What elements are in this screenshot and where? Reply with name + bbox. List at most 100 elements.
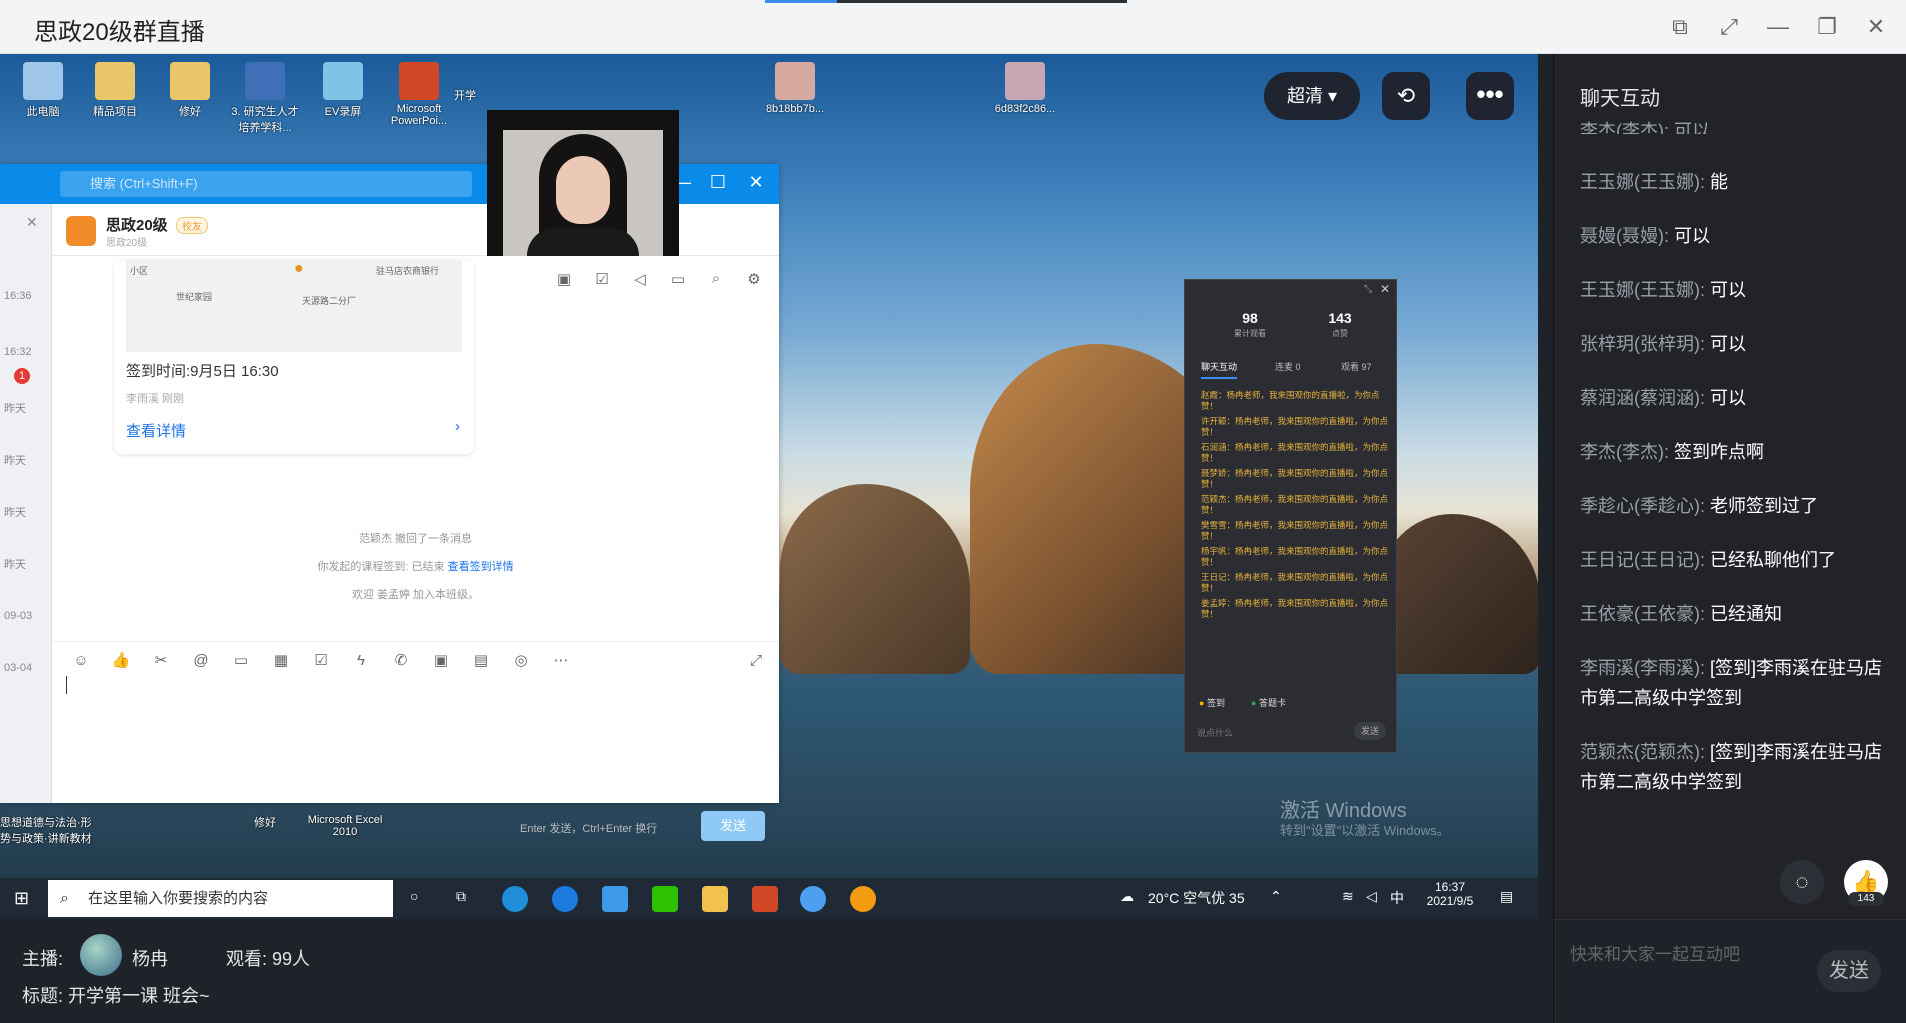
chat-header: 聊天互动 bbox=[1580, 88, 1660, 110]
host-avatar[interactable] bbox=[80, 934, 122, 976]
group-subtitle: 思政20级 bbox=[106, 238, 148, 249]
screen-record-icon[interactable]: ▣ bbox=[430, 650, 452, 672]
desktop-icon[interactable]: 修好 bbox=[230, 814, 300, 830]
folder-icon[interactable]: ▭ bbox=[668, 270, 688, 290]
conversation-time: 03-04 bbox=[4, 662, 33, 674]
calendar-icon[interactable]: ▦ bbox=[270, 650, 292, 672]
tab-connect[interactable]: 连麦 0 bbox=[1275, 360, 1301, 373]
chat-input[interactable]: 快来和大家一起互动吧 bbox=[1570, 940, 1740, 965]
fullscreen-icon[interactable]: ⤢ bbox=[1714, 12, 1744, 42]
message-input[interactable] bbox=[52, 676, 779, 796]
expand-icon[interactable]: ⤢ bbox=[745, 650, 767, 672]
view-detail-link[interactable]: 查看详情 bbox=[126, 420, 186, 441]
conversation-time: 昨天 bbox=[4, 403, 26, 415]
edge-icon[interactable] bbox=[502, 886, 528, 912]
stream-info-bar: 主播: 杨冉 观看: 99人 标题: 开学第一课 班会~ bbox=[0, 919, 1538, 1023]
checkin-detail-link[interactable]: 查看签到详情 bbox=[448, 561, 514, 573]
qq-search-input[interactable]: 搜索 (Ctrl+Shift+F) bbox=[60, 171, 472, 197]
cortana-icon[interactable]: ○ bbox=[410, 888, 418, 904]
money-icon[interactable]: ◎ bbox=[510, 650, 532, 672]
location-map: 小区 世纪家园 驻马店农商银行 天源路二分厂 ● bbox=[126, 260, 462, 352]
desktop-icon[interactable]: 精品项目 bbox=[80, 62, 150, 119]
group-name[interactable]: 思政20级 bbox=[106, 214, 168, 235]
close-icon[interactable]: ✕ bbox=[1861, 12, 1891, 42]
desktop-icon[interactable]: 3. 研究生人才培养学科... bbox=[230, 62, 300, 135]
checkbox-icon[interactable]: ☑ bbox=[310, 650, 332, 672]
like-button[interactable]: 👍 143 bbox=[1844, 860, 1888, 906]
chat-message: 蔡润涵(蔡润涵): 可以 bbox=[1580, 388, 1746, 408]
desktop-icon[interactable]: Microsoft Excel 2010 bbox=[305, 814, 385, 838]
close-icon[interactable]: ✕ bbox=[744, 172, 768, 193]
tab-viewers[interactable]: 观看 97 bbox=[1341, 360, 1372, 373]
chat-message: 李雨溪(李雨溪): [签到]李雨溪在驻马店市第二高级中学签到 bbox=[1580, 658, 1883, 708]
pip-icon[interactable]: ⧉ bbox=[1665, 12, 1695, 42]
volume-icon[interactable]: ◁ bbox=[1366, 888, 1377, 905]
app-icon[interactable] bbox=[850, 886, 876, 912]
mail-icon[interactable] bbox=[602, 886, 628, 912]
settings-icon[interactable]: ⚙ bbox=[744, 270, 764, 290]
file-explorer-icon[interactable] bbox=[702, 886, 728, 912]
checkin-card[interactable]: 小区 世纪家园 驻马店农商银行 天源路二分厂 ● 签到时间:9月5日 16:30… bbox=[114, 260, 474, 454]
sea-rock-right bbox=[1380, 514, 1538, 674]
panel-send-button[interactable]: 发送 bbox=[1354, 722, 1386, 740]
minimize-icon[interactable]: — bbox=[1763, 12, 1793, 42]
group-avatar[interactable] bbox=[66, 216, 96, 246]
restore-icon[interactable]: ❐ bbox=[1812, 12, 1842, 42]
search-history-icon[interactable]: ⌕ bbox=[706, 270, 726, 290]
live-icon[interactable]: ▣ bbox=[554, 270, 574, 290]
checkin-chip[interactable]: ● 签到 bbox=[1199, 696, 1225, 709]
desktop-icon[interactable]: 8b18bb7b... bbox=[760, 62, 830, 115]
lightning-icon[interactable]: ϟ bbox=[350, 650, 372, 672]
chat-message: 王依豪(王依豪): 已经通知 bbox=[1580, 604, 1782, 624]
speaker-icon[interactable]: ◁ bbox=[630, 270, 650, 290]
ime-indicator[interactable]: 中 bbox=[1390, 888, 1404, 908]
thumbs-up-icon[interactable]: 👍 bbox=[110, 650, 132, 672]
task-view-icon[interactable]: ⧉ bbox=[456, 888, 466, 905]
share-screen-icon[interactable]: ▤ bbox=[470, 650, 492, 672]
maximize-icon[interactable]: ☐ bbox=[706, 172, 730, 193]
conversation-list[interactable]: ✕ 16:36 16:32 1 昨天 昨天 昨天 昨天 09-03 03-04 bbox=[0, 204, 52, 803]
map-pin-icon: ● bbox=[294, 260, 304, 277]
wifi-icon[interactable]: ≋ bbox=[1342, 888, 1354, 905]
folder-add-icon[interactable]: ▭ bbox=[230, 650, 252, 672]
tab-chat[interactable]: 聊天互动 bbox=[1201, 360, 1238, 379]
close-icon[interactable]: ✕ bbox=[26, 214, 38, 231]
desktop-icon[interactable]: EV录屏 bbox=[308, 62, 378, 119]
scissors-icon[interactable]: ✂ bbox=[150, 650, 172, 672]
chevron-up-icon[interactable]: ⌃ bbox=[1270, 888, 1282, 905]
notification-icon[interactable]: ▤ bbox=[1500, 888, 1513, 905]
powerpoint-icon[interactable] bbox=[752, 886, 778, 912]
desktop-icon[interactable]: 思想道德与法治·形势与政策·讲新教材 bbox=[0, 814, 100, 846]
wechat-icon[interactable] bbox=[652, 886, 678, 912]
weather-text[interactable]: 20°C 空气优 35 bbox=[1148, 888, 1245, 908]
desktop-icon[interactable]: 开学 bbox=[440, 87, 490, 103]
quality-select[interactable]: 超清 ▾ bbox=[1264, 72, 1360, 120]
qq-send-button[interactable]: 发送 bbox=[701, 811, 765, 841]
presenter-face bbox=[556, 156, 610, 224]
desktop-icon[interactable]: 6d83f2c86... bbox=[990, 62, 1060, 115]
rotate-icon[interactable]: ⟲ bbox=[1382, 72, 1430, 120]
close-icon[interactable]: ✕ bbox=[1380, 282, 1390, 296]
answer-card-chip[interactable]: ● 答题卡 bbox=[1251, 696, 1286, 709]
mention-icon[interactable]: @ bbox=[190, 650, 212, 672]
desktop-icon[interactable]: 此电脑 bbox=[8, 62, 78, 119]
more-options-icon[interactable]: ••• bbox=[1466, 72, 1514, 120]
conversation-time: 16:32 bbox=[4, 346, 32, 358]
emoji-icon[interactable]: ☺ bbox=[70, 650, 92, 672]
panel-input[interactable]: 说点什么 bbox=[1197, 726, 1233, 739]
like-count: 143 bbox=[1848, 892, 1884, 906]
more-icon[interactable]: ⋯ bbox=[550, 650, 572, 672]
taskbar-search[interactable]: ⌕ 在这里输入你要搜索的内容 bbox=[48, 880, 393, 917]
windows-start-icon[interactable]: ⊞ bbox=[14, 888, 29, 909]
desktop-icon[interactable]: 修好 bbox=[155, 62, 225, 119]
system-message: 范颖杰 撤回了一条消息 bbox=[358, 533, 473, 545]
collapse-icon[interactable]: ⤡ bbox=[1364, 284, 1372, 295]
dingtalk-icon[interactable] bbox=[800, 886, 826, 912]
clock[interactable]: 16:37 2021/9/5 bbox=[1420, 880, 1480, 908]
chat-send-button[interactable]: 发送 bbox=[1817, 950, 1881, 992]
chat-panel: 聊天互动 李杰(李杰): 可以 王玉娜(王玉娜): 能 聂嫚(聂嫚): 可以 王… bbox=[1553, 54, 1906, 919]
task-icon[interactable]: ☑ bbox=[592, 270, 612, 290]
phone-icon[interactable]: ✆ bbox=[390, 650, 412, 672]
interact-icon[interactable]: ◌ bbox=[1780, 860, 1824, 904]
browser-icon[interactable] bbox=[552, 886, 578, 912]
